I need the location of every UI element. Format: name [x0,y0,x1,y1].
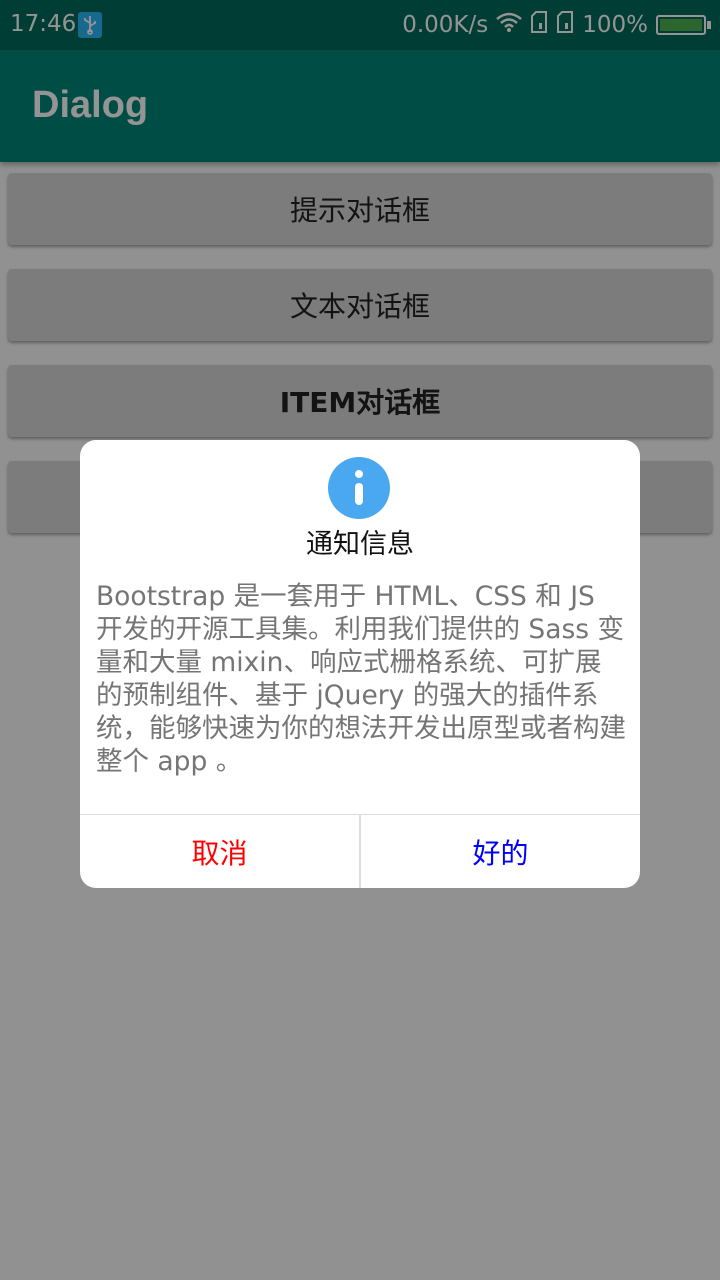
dialog-title: 通知信息 [306,529,414,560]
ok-button[interactable]: 好的 [361,815,640,888]
info-icon [328,457,390,519]
cancel-button[interactable]: 取消 [80,815,359,888]
dialog-message: Bootstrap 是一套用于 HTML、CSS 和 JS 开发的开源工具集。利… [96,581,626,777]
notification-dialog: 通知信息 Bootstrap 是一套用于 HTML、CSS 和 JS 开发的开源… [80,440,640,888]
screen: 17:46 0.00K/s 100% Dialog 提示对话框 文本对话框 IT… [0,0,720,1280]
